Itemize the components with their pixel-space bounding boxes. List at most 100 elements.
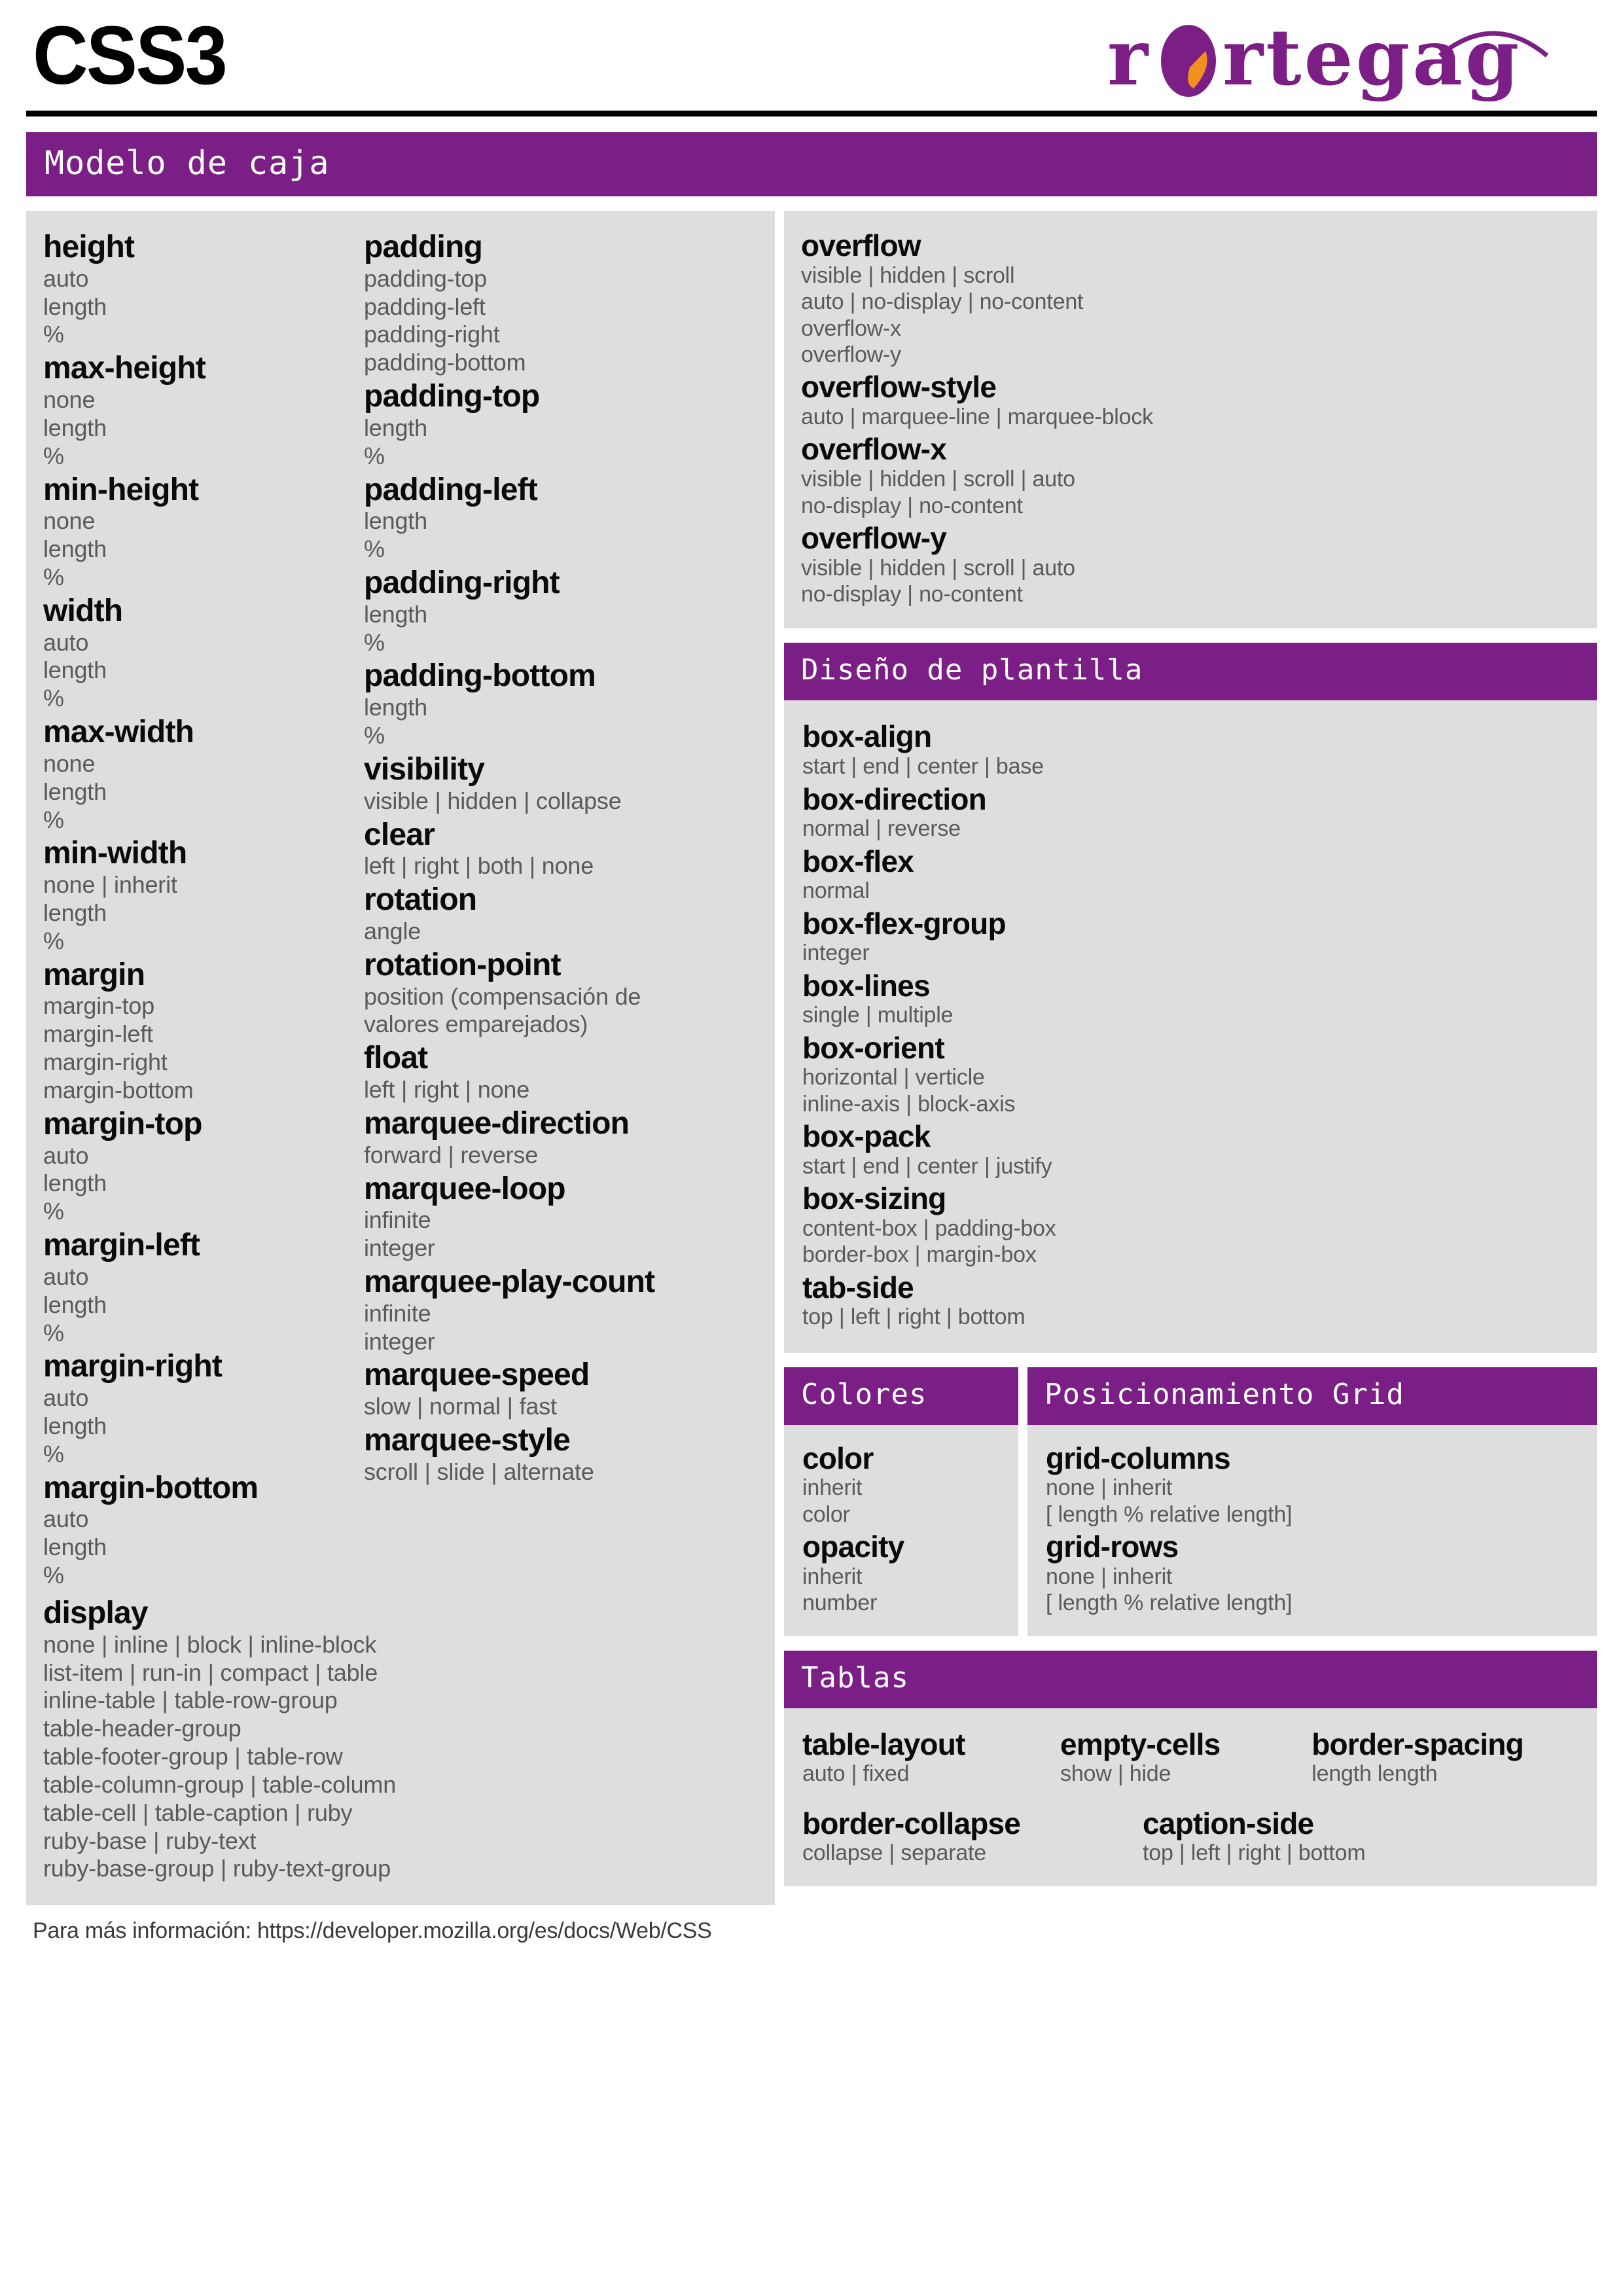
property-value: none | inherit — [1046, 1475, 1173, 1501]
prop-margin-right: margin-right auto length % — [43, 1350, 364, 1468]
property-value: list-item | run-in | compact | table — [43, 1659, 378, 1686]
section-header-colors: Colores — [784, 1367, 1018, 1425]
property-name: float — [364, 1041, 428, 1076]
property-name: marquee-loop — [364, 1171, 566, 1206]
prop-margin-bottom: margin-bottom auto length % — [43, 1471, 364, 1590]
property-value: % — [43, 1319, 64, 1346]
property-value: left | right | both | none — [364, 852, 594, 880]
property-value: infinite — [364, 1206, 431, 1234]
prop-padding-right: padding-right length % — [364, 565, 757, 656]
property-value: length length — [1311, 1761, 1438, 1787]
property-value: auto | fixed — [802, 1761, 910, 1787]
section-tables: Tablas table-layout auto | fixed empty-c… — [784, 1650, 1597, 1886]
property-value: normal — [802, 878, 870, 904]
property-value: single | multiple — [802, 1003, 954, 1028]
column-two: padding padding-top padding-left padding… — [364, 228, 757, 1883]
property-value: % — [364, 442, 385, 469]
property-name: height — [43, 230, 135, 264]
property-value: [ length % relative length] — [1046, 1590, 1293, 1616]
property-value: auto — [43, 264, 89, 292]
prop-min-width: min-width none | inherit length % — [43, 836, 364, 955]
prop-min-height: min-height none length % — [43, 473, 364, 592]
colors-body: color inherit color opacity inherit numb… — [784, 1424, 1018, 1636]
property-value: length — [43, 656, 107, 684]
property-value: scroll | slide | alternate — [364, 1458, 594, 1485]
prop-marquee-play-count: marquee-play-count infinite integer — [364, 1265, 757, 1355]
tables-body: table-layout auto | fixed empty-cells sh… — [784, 1708, 1597, 1886]
masthead: CSS3 r rtegag — [26, 0, 1597, 117]
property-value: length — [43, 1291, 107, 1318]
prop-border-collapse: border-collapse collapse | separate — [802, 1804, 1143, 1867]
prop-float: float left | right | none — [364, 1041, 757, 1104]
property-value: % — [43, 1562, 64, 1589]
prop-margin-left: margin-left auto length % — [43, 1228, 364, 1347]
property-name: rotation-point — [364, 947, 562, 982]
prop-tab-side: tab-side top | left | right | bottom — [784, 1271, 1582, 1331]
property-value: integer — [802, 941, 870, 966]
prop-max-width: max-width none length % — [43, 715, 364, 834]
duo-bodies: color inherit color opacity inherit numb… — [784, 1424, 1597, 1636]
prop-box-sizing: box-sizing content-box | padding-box bor… — [784, 1182, 1582, 1268]
prop-caption-side: caption-side top | left | right | bottom — [1143, 1804, 1366, 1867]
section-template-design: Diseño de plantilla box-align start | en… — [784, 643, 1597, 1353]
property-name: padding — [364, 230, 483, 264]
property-value: inline-axis | block-axis — [802, 1091, 1016, 1117]
property-value: color — [802, 1501, 850, 1527]
prop-padding-left: padding-left length % — [364, 473, 757, 564]
property-name: clear — [364, 817, 435, 852]
section-colors-and-grid: Colores Posicionamiento Grid color inher… — [784, 1367, 1597, 1636]
property-name: table-layout — [802, 1727, 965, 1761]
property-value: margin-top — [43, 992, 155, 1020]
property-value: % — [43, 1440, 64, 1467]
property-name: padding-top — [364, 379, 540, 414]
prop-box-orient: box-orient horizontal | verticle inline-… — [784, 1031, 1582, 1118]
property-name: padding-right — [364, 565, 560, 601]
logo-wordmark-icon: r rtegag — [1107, 16, 1549, 101]
property-value: inline-table | table-row-group — [43, 1687, 338, 1714]
property-value: % — [43, 321, 64, 348]
property-value: visible | hidden | collapse — [364, 787, 622, 814]
left-panel: height auto length % max-height none len… — [26, 211, 775, 1906]
prop-rotation: rotation angle — [364, 882, 757, 946]
property-name: grid-rows — [1046, 1530, 1179, 1564]
property-name: marquee-play-count — [364, 1264, 655, 1299]
property-value: % — [364, 535, 385, 563]
property-value: length — [43, 1170, 107, 1197]
property-name: overflow-x — [801, 432, 947, 467]
property-name: box-flex — [802, 844, 914, 878]
property-value: auto — [43, 1263, 89, 1290]
prop-grid-rows: grid-rows none | inherit [ length % rela… — [1027, 1530, 1585, 1617]
property-name: marquee-style — [364, 1423, 571, 1458]
property-value: number — [802, 1590, 878, 1616]
property-value: start | end | center | justify — [802, 1153, 1052, 1179]
property-name: box-sizing — [802, 1181, 946, 1216]
property-value: collapse | separate — [802, 1840, 986, 1866]
prop-margin-top: margin-top auto length % — [43, 1107, 364, 1226]
property-value: no-display | no-content — [801, 493, 1023, 518]
property-value: no-display | no-content — [801, 582, 1023, 607]
property-name: box-flex-group — [802, 906, 1007, 941]
property-value: margin-bottom — [43, 1076, 194, 1103]
property-value: inherit — [802, 1475, 863, 1501]
prop-marquee-style: marquee-style scroll | slide | alternate — [364, 1423, 757, 1486]
page-title: CSS3 — [33, 9, 228, 101]
property-name: tab-side — [802, 1270, 914, 1304]
property-value: slow | normal | fast — [364, 1393, 557, 1420]
property-value: length — [364, 600, 427, 628]
property-value: length — [43, 778, 107, 805]
template-design-body: box-align start | end | center | base bo… — [784, 700, 1597, 1353]
property-value: visible | hidden | scroll — [801, 262, 1015, 288]
property-name: border-collapse — [802, 1806, 1021, 1840]
property-name: overflow-style — [801, 370, 997, 404]
property-name: min-width — [43, 836, 187, 871]
property-name: opacity — [802, 1530, 904, 1564]
property-value: length — [43, 1534, 107, 1561]
prop-padding-bottom: padding-bottom length % — [364, 659, 757, 749]
property-value: [ length % relative length] — [1046, 1501, 1293, 1527]
property-value: none — [43, 507, 96, 535]
property-value: ruby-base-group | ruby-text-group — [43, 1855, 391, 1882]
property-value: table-column-group | table-column — [43, 1770, 397, 1798]
prop-overflow-y: overflow-y visible | hidden | scroll | a… — [801, 522, 1582, 608]
prop-box-flex: box-flex normal — [784, 844, 1582, 905]
rortegag-logo: r rtegag — [1107, 10, 1592, 101]
